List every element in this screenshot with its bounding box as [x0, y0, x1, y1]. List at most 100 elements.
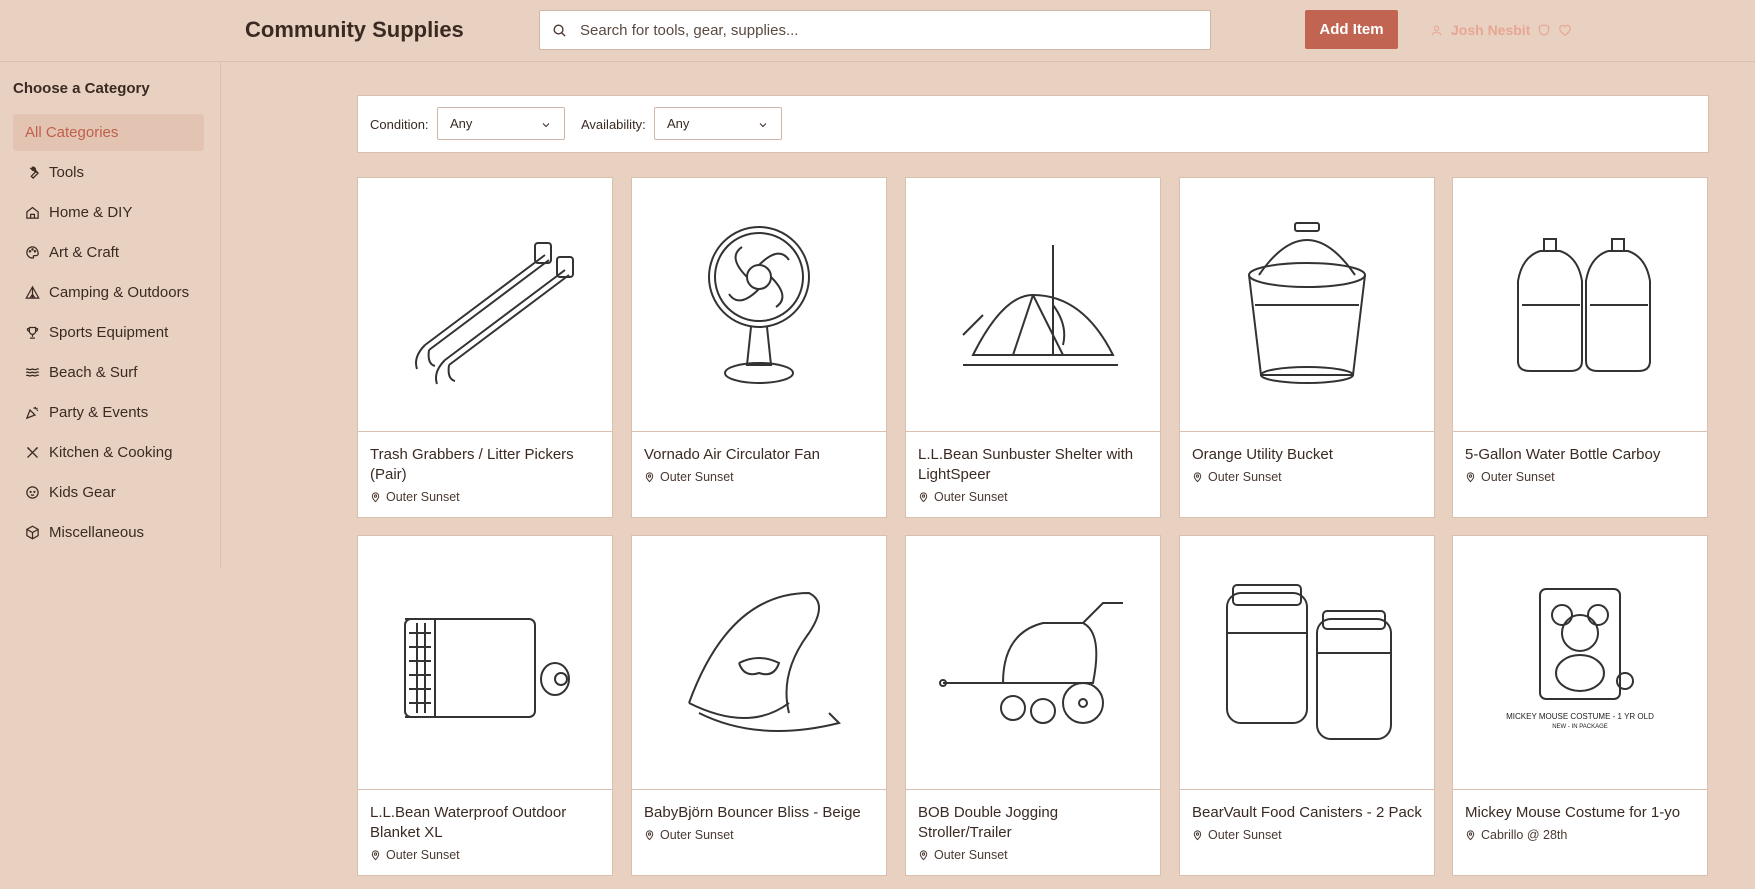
- chevron-down-icon: [759, 123, 767, 128]
- sidebar-item-miscellaneous[interactable]: Miscellaneous: [13, 514, 204, 551]
- item-location-text: Outer Sunset: [660, 828, 734, 842]
- item-location: Outer Sunset: [1192, 470, 1282, 484]
- heart-icon[interactable]: [1558, 23, 1572, 37]
- item-image[interactable]: MICKEY MOUSE COSTUME - 1 YR OLD NEW - IN…: [1453, 536, 1707, 790]
- sidebar-item-beach-surf[interactable]: Beach & Surf: [13, 354, 204, 391]
- item-card[interactable]: Trash Grabbers / Litter Pickers (Pair) O…: [357, 177, 613, 518]
- item-location: Outer Sunset: [1192, 828, 1282, 842]
- home-icon: [25, 205, 41, 221]
- item-image[interactable]: [632, 536, 886, 790]
- sidebar-item-sports-equipment[interactable]: Sports Equipment: [13, 314, 204, 351]
- item-image[interactable]: [1180, 178, 1434, 432]
- availability-select[interactable]: Any: [654, 107, 782, 140]
- item-title[interactable]: L.L.Bean Waterproof Outdoor Blanket XL: [370, 803, 602, 843]
- sidebar-item-kids-gear[interactable]: Kids Gear: [13, 474, 204, 511]
- item-title[interactable]: Mickey Mouse Costume for 1-yo: [1465, 803, 1697, 823]
- condition-select[interactable]: Any: [437, 107, 565, 140]
- item-title[interactable]: BOB Double Jogging Stroller/Trailer: [918, 803, 1150, 843]
- user-menu[interactable]: Josh Nesbit: [1430, 20, 1572, 40]
- item-location: Outer Sunset: [644, 828, 734, 842]
- item-image[interactable]: [906, 178, 1160, 432]
- item-image[interactable]: [906, 536, 1160, 790]
- availability-label: Availability:: [581, 117, 646, 132]
- sidebar-item-label: Sports Equipment: [49, 324, 169, 341]
- item-title[interactable]: Vornado Air Circulator Fan: [644, 445, 876, 465]
- sidebar-item-label: Kitchen & Cooking: [49, 444, 173, 461]
- add-item-button[interactable]: Add Item: [1305, 10, 1398, 49]
- item-image[interactable]: [1453, 178, 1707, 432]
- item-card[interactable]: MICKEY MOUSE COSTUME - 1 YR OLD NEW - IN…: [1452, 535, 1708, 876]
- item-location: Outer Sunset: [370, 848, 460, 862]
- search-input[interactable]: [580, 21, 1210, 39]
- item-location: Outer Sunset: [370, 490, 460, 504]
- item-location-text: Cabrillo @ 28th: [1481, 828, 1568, 842]
- palette-icon: [25, 245, 41, 261]
- search-icon: [552, 21, 570, 39]
- item-title[interactable]: Orange Utility Bucket: [1192, 445, 1424, 465]
- item-title[interactable]: BabyBjörn Bouncer Bliss - Beige: [644, 803, 876, 823]
- chevron-down-icon: [542, 123, 550, 128]
- item-image[interactable]: [358, 178, 612, 432]
- item-location-text: Outer Sunset: [386, 490, 460, 504]
- sidebar-item-kitchen-cooking[interactable]: Kitchen & Cooking: [13, 434, 204, 471]
- app-title[interactable]: Community Supplies: [245, 17, 464, 43]
- item-card[interactable]: BOB Double Jogging Stroller/Trailer Oute…: [905, 535, 1161, 876]
- sidebar-item-label: Home & DIY: [49, 204, 133, 221]
- item-image[interactable]: [358, 536, 612, 790]
- waves-icon: [25, 365, 41, 381]
- party-popper-icon: [25, 405, 41, 421]
- wrench-icon: [25, 165, 41, 181]
- item-location-text: Outer Sunset: [660, 470, 734, 484]
- fan-image: [708, 225, 810, 384]
- item-card[interactable]: L.L.Bean Waterproof Outdoor Blanket XL O…: [357, 535, 613, 876]
- item-location: Outer Sunset: [644, 470, 734, 484]
- filter-bar: Condition: Any Availability: Any: [357, 95, 1709, 153]
- trophy-icon: [25, 325, 41, 341]
- blanket-image: [404, 617, 570, 718]
- sidebar-item-home-diy[interactable]: Home & DIY: [13, 194, 204, 231]
- item-card[interactable]: L.L.Bean Sunbuster Shelter with LightSpe…: [905, 177, 1161, 518]
- condition-value: Any: [450, 116, 473, 131]
- item-location-text: Outer Sunset: [1481, 470, 1555, 484]
- map-pin-icon: [918, 849, 929, 861]
- shield-icon[interactable]: [1537, 23, 1551, 37]
- item-title[interactable]: L.L.Bean Sunbuster Shelter with LightSpe…: [918, 445, 1150, 485]
- sidebar-item-camping-outdoors[interactable]: Camping & Outdoors: [13, 274, 204, 311]
- item-card[interactable]: Vornado Air Circulator Fan Outer Sunset: [631, 177, 887, 518]
- sidebar-item-tools[interactable]: Tools: [13, 154, 204, 191]
- item-title[interactable]: Trash Grabbers / Litter Pickers (Pair): [370, 445, 602, 485]
- item-card[interactable]: Orange Utility Bucket Outer Sunset: [1179, 177, 1435, 518]
- item-card[interactable]: BearVault Food Canisters - 2 Pack Outer …: [1179, 535, 1435, 876]
- item-title[interactable]: BearVault Food Canisters - 2 Pack: [1192, 803, 1424, 823]
- item-image[interactable]: [1180, 536, 1434, 790]
- sidebar-item-party-events[interactable]: Party & Events: [13, 394, 204, 431]
- map-pin-icon: [644, 471, 655, 483]
- food-canisters-image: [1226, 583, 1392, 740]
- sidebar-item-all-categories[interactable]: All Categories: [13, 114, 204, 151]
- tent-shelter-image: [962, 244, 1118, 366]
- item-card[interactable]: 5-Gallon Water Bottle Carboy Outer Sunse…: [1452, 177, 1708, 518]
- water-jugs-image: [1517, 237, 1651, 372]
- user-name[interactable]: Josh Nesbit: [1451, 22, 1530, 38]
- item-location-text: Outer Sunset: [934, 848, 1008, 862]
- map-pin-icon: [370, 491, 381, 503]
- bouncer-image: [688, 591, 841, 732]
- item-image[interactable]: [632, 178, 886, 432]
- map-pin-icon: [1465, 829, 1476, 841]
- condition-label: Condition:: [370, 117, 429, 132]
- map-pin-icon: [1192, 471, 1203, 483]
- item-location: Outer Sunset: [918, 848, 1008, 862]
- sidebar-item-label: Miscellaneous: [49, 524, 145, 541]
- costume-caption: MICKEY MOUSE COSTUME - 1 YR OLD: [1506, 712, 1654, 721]
- category-sidebar: Choose a Category All Categories Tools H…: [0, 62, 221, 568]
- stroller-image: [939, 601, 1123, 724]
- sidebar-item-art-craft[interactable]: Art & Craft: [13, 234, 204, 271]
- sidebar-item-label: Party & Events: [49, 404, 149, 421]
- item-title[interactable]: 5-Gallon Water Bottle Carboy: [1465, 445, 1697, 465]
- trash-grabber-image: [415, 241, 574, 384]
- sidebar-title: Choose a Category: [13, 80, 150, 97]
- item-location-text: Outer Sunset: [1208, 828, 1282, 842]
- sidebar-item-label: All Categories: [25, 124, 119, 141]
- item-card[interactable]: BabyBjörn Bouncer Bliss - Beige Outer Su…: [631, 535, 887, 876]
- search-bar[interactable]: [539, 10, 1211, 50]
